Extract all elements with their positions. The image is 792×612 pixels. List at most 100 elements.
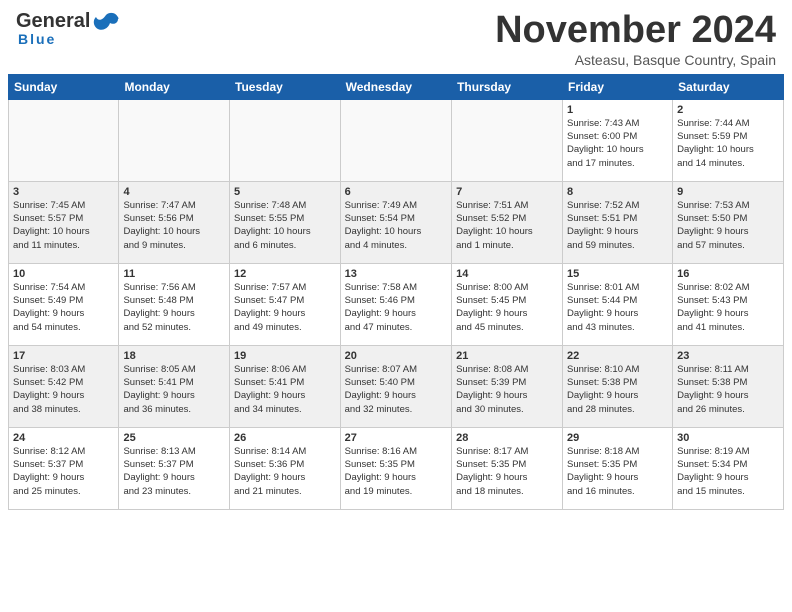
calendar-day-cell: 5Sunrise: 7:48 AM Sunset: 5:55 PM Daylig… bbox=[230, 181, 341, 263]
calendar-day-cell: 22Sunrise: 8:10 AM Sunset: 5:38 PM Dayli… bbox=[563, 345, 673, 427]
day-info: Sunrise: 7:57 AM Sunset: 5:47 PM Dayligh… bbox=[234, 282, 306, 333]
day-info: Sunrise: 7:51 AM Sunset: 5:52 PM Dayligh… bbox=[456, 200, 533, 251]
calendar-day-cell: 6 Sunrise: 7:49 AM Sunset: 5:54 PM Daylig… bbox=[340, 181, 451, 263]
day-info: Sunrise: 8:07 AM Sunset: 5:40 PM Dayligh… bbox=[345, 364, 417, 415]
col-thursday: Thursday bbox=[452, 74, 563, 99]
day-info: Sunrise: 7:47 AM Sunset: 5:56 PM Dayligh… bbox=[123, 200, 200, 251]
day-number: 4 bbox=[123, 186, 225, 198]
calendar-day-cell: 29 Sunrise: 8:18 AM Sunset: 5:35 PM Dayli… bbox=[563, 427, 673, 509]
calendar-day-cell: 15Sunrise: 8:01 AM Sunset: 5:44 PM Dayli… bbox=[563, 263, 673, 345]
day-number: 2 bbox=[677, 104, 779, 116]
col-tuesday: Tuesday bbox=[230, 74, 341, 99]
day-info: Sunrise: 8:03 AM Sunset: 5:42 PM Dayligh… bbox=[13, 364, 85, 415]
day-number: 30 bbox=[677, 432, 779, 444]
calendar-day-cell: 4 Sunrise: 7:47 AM Sunset: 5:56 PM Daylig… bbox=[119, 181, 230, 263]
day-number: 28 bbox=[456, 432, 558, 444]
logo-general: General bbox=[16, 10, 90, 33]
day-number: 16 bbox=[677, 268, 779, 280]
calendar-day-cell bbox=[9, 99, 119, 181]
day-number: 24 bbox=[13, 432, 114, 444]
calendar-day-cell: 25 Sunrise: 8:13 AM Sunset: 5:37 PM Dayli… bbox=[119, 427, 230, 509]
calendar-day-cell: 13 Sunrise: 7:58 AM Sunset: 5:46 PM Dayli… bbox=[340, 263, 451, 345]
day-info: Sunrise: 8:19 AM Sunset: 5:34 PM Dayligh… bbox=[677, 446, 749, 497]
calendar-header-row: Sunday Monday Tuesday Wednesday Thursday… bbox=[9, 74, 784, 99]
day-number: 11 bbox=[123, 268, 225, 280]
day-info: Sunrise: 7:56 AM Sunset: 5:48 PM Dayligh… bbox=[123, 282, 195, 333]
day-info: Sunrise: 7:58 AM Sunset: 5:46 PM Dayligh… bbox=[345, 282, 417, 333]
day-number: 5 bbox=[234, 186, 336, 198]
day-number: 17 bbox=[13, 350, 114, 362]
header: General Blue November 2024 Asteasu, Basq… bbox=[0, 0, 792, 74]
calendar-day-cell: 12 Sunrise: 7:57 AM Sunset: 5:47 PM Dayli… bbox=[230, 263, 341, 345]
calendar-day-cell: 7 Sunrise: 7:51 AM Sunset: 5:52 PM Daylig… bbox=[452, 181, 563, 263]
calendar-day-cell: 30 Sunrise: 8:19 AM Sunset: 5:34 PM Dayli… bbox=[673, 427, 784, 509]
calendar-day-cell bbox=[119, 99, 230, 181]
day-number: 23 bbox=[677, 350, 779, 362]
calendar-week-row: 10 Sunrise: 7:54 AM Sunset: 5:49 PM Dayli… bbox=[9, 263, 784, 345]
day-info: Sunrise: 7:52 AM Sunset: 5:51 PM Dayligh… bbox=[567, 200, 639, 251]
day-info: Sunrise: 8:05 AM Sunset: 5:41 PM Dayligh… bbox=[123, 364, 195, 415]
calendar-day-cell: 28 Sunrise: 8:17 AM Sunset: 5:35 PM Dayli… bbox=[452, 427, 563, 509]
col-wednesday: Wednesday bbox=[340, 74, 451, 99]
calendar-day-cell: 27 Sunrise: 8:16 AM Sunset: 5:35 PM Dayli… bbox=[340, 427, 451, 509]
title-block: November 2024 Asteasu, Basque Country, S… bbox=[495, 10, 776, 68]
day-info: Sunrise: 8:10 AM Sunset: 5:38 PM Dayligh… bbox=[567, 364, 639, 415]
calendar-day-cell: 26 Sunrise: 8:14 AM Sunset: 5:36 PM Dayli… bbox=[230, 427, 341, 509]
calendar-day-cell: 19Sunrise: 8:06 AM Sunset: 5:41 PM Dayli… bbox=[230, 345, 341, 427]
calendar-day-cell bbox=[230, 99, 341, 181]
col-friday: Friday bbox=[563, 74, 673, 99]
calendar-day-cell: 23 Sunrise: 8:11 AM Sunset: 5:38 PM Dayli… bbox=[673, 345, 784, 427]
day-info: Sunrise: 8:06 AM Sunset: 5:41 PM Dayligh… bbox=[234, 364, 306, 415]
day-number: 20 bbox=[345, 350, 447, 362]
day-info: Sunrise: 7:53 AM Sunset: 5:50 PM Dayligh… bbox=[677, 200, 749, 251]
calendar-day-cell: 24Sunrise: 8:12 AM Sunset: 5:37 PM Dayli… bbox=[9, 427, 119, 509]
day-info: Sunrise: 8:02 AM Sunset: 5:43 PM Dayligh… bbox=[677, 282, 749, 333]
day-number: 7 bbox=[456, 186, 558, 198]
day-number: 29 bbox=[567, 432, 668, 444]
day-info: Sunrise: 7:44 AM Sunset: 5:59 PM Dayligh… bbox=[677, 118, 754, 169]
calendar-day-cell: 9 Sunrise: 7:53 AM Sunset: 5:50 PM Daylig… bbox=[673, 181, 784, 263]
day-number: 9 bbox=[677, 186, 779, 198]
day-number: 27 bbox=[345, 432, 447, 444]
day-info: Sunrise: 8:11 AM Sunset: 5:38 PM Dayligh… bbox=[677, 364, 749, 415]
calendar-day-cell: 17 Sunrise: 8:03 AM Sunset: 5:42 PM Dayli… bbox=[9, 345, 119, 427]
calendar-wrapper: Sunday Monday Tuesday Wednesday Thursday… bbox=[0, 74, 792, 514]
col-monday: Monday bbox=[119, 74, 230, 99]
calendar-day-cell: 18 Sunrise: 8:05 AM Sunset: 5:41 PM Dayli… bbox=[119, 345, 230, 427]
col-sunday: Sunday bbox=[9, 74, 119, 99]
day-number: 21 bbox=[456, 350, 558, 362]
logo-blue-text: Blue bbox=[18, 31, 56, 47]
day-info: Sunrise: 8:13 AM Sunset: 5:37 PM Dayligh… bbox=[123, 446, 195, 497]
calendar-day-cell bbox=[340, 99, 451, 181]
day-number: 25 bbox=[123, 432, 225, 444]
calendar-day-cell bbox=[452, 99, 563, 181]
day-info: Sunrise: 8:17 AM Sunset: 5:35 PM Dayligh… bbox=[456, 446, 528, 497]
day-info: Sunrise: 8:01 AM Sunset: 5:44 PM Dayligh… bbox=[567, 282, 639, 333]
day-info: Sunrise: 7:54 AM Sunset: 5:49 PM Dayligh… bbox=[13, 282, 85, 333]
col-saturday: Saturday bbox=[673, 74, 784, 99]
day-info: Sunrise: 7:49 AM Sunset: 5:54 PM Dayligh… bbox=[345, 200, 422, 251]
day-number: 1 bbox=[567, 104, 668, 116]
day-number: 6 bbox=[345, 186, 447, 198]
calendar-week-row: 24Sunrise: 8:12 AM Sunset: 5:37 PM Dayli… bbox=[9, 427, 784, 509]
logo-container: General Blue bbox=[16, 10, 120, 49]
calendar-day-cell: 21 Sunrise: 8:08 AM Sunset: 5:39 PM Dayli… bbox=[452, 345, 563, 427]
calendar-table: Sunday Monday Tuesday Wednesday Thursday… bbox=[8, 74, 784, 510]
day-number: 14 bbox=[456, 268, 558, 280]
logo-blue-line: Blue bbox=[18, 31, 56, 49]
calendar-day-cell: 14Sunrise: 8:00 AM Sunset: 5:45 PM Dayli… bbox=[452, 263, 563, 345]
day-number: 12 bbox=[234, 268, 336, 280]
day-info: Sunrise: 8:14 AM Sunset: 5:36 PM Dayligh… bbox=[234, 446, 306, 497]
calendar-day-cell: 11 Sunrise: 7:56 AM Sunset: 5:48 PM Dayli… bbox=[119, 263, 230, 345]
calendar-week-row: 1Sunrise: 7:43 AM Sunset: 6:00 PM Daylig… bbox=[9, 99, 784, 181]
calendar-day-cell: 1Sunrise: 7:43 AM Sunset: 6:00 PM Daylig… bbox=[563, 99, 673, 181]
day-info: Sunrise: 8:18 AM Sunset: 5:35 PM Dayligh… bbox=[567, 446, 639, 497]
day-number: 13 bbox=[345, 268, 447, 280]
day-info: Sunrise: 8:08 AM Sunset: 5:39 PM Dayligh… bbox=[456, 364, 528, 415]
day-number: 26 bbox=[234, 432, 336, 444]
day-info: Sunrise: 8:16 AM Sunset: 5:35 PM Dayligh… bbox=[345, 446, 417, 497]
day-number: 18 bbox=[123, 350, 225, 362]
day-number: 10 bbox=[13, 268, 114, 280]
day-info: Sunrise: 7:45 AM Sunset: 5:57 PM Dayligh… bbox=[13, 200, 90, 251]
day-number: 3 bbox=[13, 186, 114, 198]
